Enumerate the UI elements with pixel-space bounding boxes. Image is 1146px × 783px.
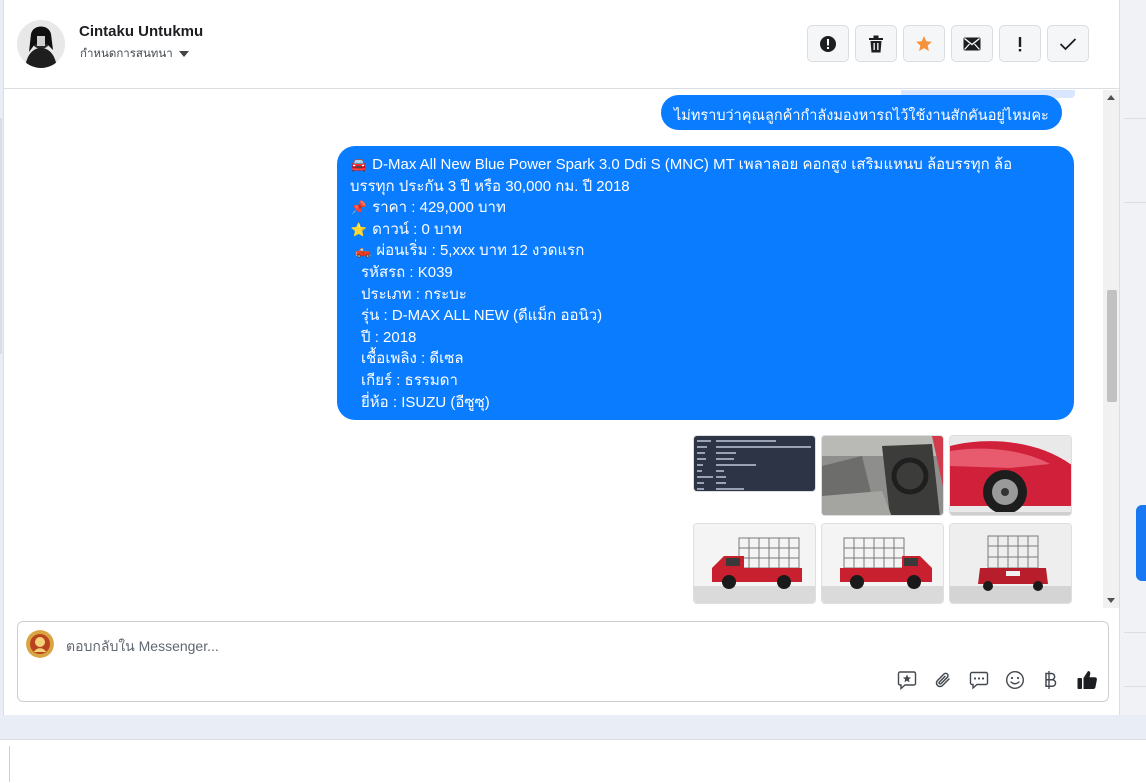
- photo-front-wheel[interactable]: [949, 435, 1072, 516]
- chat-scrollbar[interactable]: [1103, 90, 1119, 608]
- trash-icon: [869, 35, 883, 52]
- gutter-divider: [1124, 686, 1146, 687]
- bottom-divider: [9, 746, 10, 782]
- reply-composer: [17, 621, 1109, 702]
- assign-label: กำหนดการสนทนา: [80, 46, 173, 60]
- photo-spec-sheet[interactable]: [693, 435, 816, 492]
- bottom-band: [0, 715, 1146, 739]
- gutter-divider: [1124, 118, 1146, 119]
- delete-button[interactable]: [855, 25, 897, 62]
- listing-title-cont: บรรทุก ประกัน 3 ปี หรือ 30,000 กม. ปี 20…: [350, 177, 630, 195]
- mark-important-button[interactable]: [999, 25, 1041, 62]
- important-icon: [1018, 36, 1022, 51]
- bottom-bar: [0, 739, 1146, 783]
- star-icon: [916, 35, 932, 51]
- mail-button[interactable]: [951, 25, 993, 62]
- saved-reply-button[interactable]: [896, 669, 918, 691]
- payment-button[interactable]: [1040, 669, 1062, 691]
- left-edge: [0, 118, 2, 354]
- like-button[interactable]: [1076, 669, 1098, 691]
- listing-down: ดาวน์ : 0 บาท: [372, 220, 462, 238]
- star-button[interactable]: [903, 25, 945, 62]
- listing-brand: ยี่ห้อ : ISUZU (อีซูซุ): [361, 393, 490, 411]
- photo-truck-side-right[interactable]: [821, 523, 944, 604]
- scroll-thumb[interactable]: [1107, 290, 1117, 402]
- photo-grid: [693, 435, 1073, 605]
- baht-icon: [1045, 671, 1057, 689]
- scroll-up-icon[interactable]: [1107, 95, 1115, 100]
- right-gutter: [1120, 0, 1146, 715]
- listing-gear: เกียร์ : ธรรมดา: [361, 371, 458, 389]
- conversation-panel: Cintaku Untukmu กำหนดการสนทนา ไม่ทราบว่า…: [3, 0, 1120, 715]
- listing-year: ปี : 2018: [361, 328, 417, 346]
- report-button[interactable]: [807, 25, 849, 62]
- attachment-icon: [935, 672, 950, 688]
- side-panel-tab[interactable]: [1136, 505, 1146, 581]
- assign-conversation[interactable]: กำหนดการสนทนา: [80, 45, 189, 63]
- pushpin-emoji-icon: 📌: [350, 200, 368, 216]
- photo-truck-side-left[interactable]: [693, 523, 816, 604]
- check-icon: [1059, 37, 1077, 50]
- car-emoji-icon: 🚘: [350, 157, 368, 172]
- emoji-button[interactable]: [1004, 669, 1026, 691]
- pickup-emoji-icon: 🛻: [355, 243, 372, 259]
- attach-button[interactable]: [932, 669, 954, 691]
- header-actions: [807, 25, 1089, 62]
- gutter-divider: [1124, 632, 1146, 633]
- saved-reply-icon: [897, 671, 917, 690]
- contact-avatar[interactable]: [17, 20, 65, 68]
- caret-down-icon[interactable]: [178, 51, 189, 57]
- star-emoji-icon: ⭐: [350, 221, 368, 237]
- message-bubble-listing[interactable]: 🚘 D-Max All New Blue Power Spark 3.0 Ddi…: [337, 146, 1074, 420]
- message-bubble-question[interactable]: ไม่ทราบว่าคุณลูกค้ากำลังมองหารถไว้ใช้งาน…: [661, 95, 1062, 130]
- chat-bubble-icon: [969, 671, 989, 690]
- mail-icon: [963, 37, 981, 50]
- listing-price: ราคา : 429,000 บาท: [372, 199, 506, 217]
- listing-code: รหัสรถ : K039: [361, 263, 453, 281]
- contact-name[interactable]: Cintaku Untukmu: [79, 23, 203, 40]
- listing-installment: ผ่อนเริ่ม : 5,xxx บาท 12 งวดแรก: [376, 242, 585, 260]
- conversation-header: Cintaku Untukmu กำหนดการสนทนา: [4, 0, 1119, 89]
- page-avatar: [26, 630, 54, 658]
- listing-type: ประเภท : กระบะ: [361, 285, 467, 303]
- gutter-divider: [1124, 202, 1146, 203]
- photo-car-interior[interactable]: [821, 435, 944, 516]
- composer-tools: [896, 669, 1098, 691]
- scroll-down-icon[interactable]: [1107, 598, 1115, 603]
- photo-truck-rear[interactable]: [949, 523, 1072, 604]
- report-icon: [820, 35, 836, 52]
- listing-model: รุ่น : D-MAX ALL NEW (ดีแม็ก ออนิว): [361, 307, 603, 325]
- emoji-icon: [1005, 670, 1025, 690]
- mark-done-button[interactable]: [1047, 25, 1089, 62]
- reply-input[interactable]: [66, 636, 916, 656]
- like-icon: [1077, 671, 1097, 689]
- quick-reply-button[interactable]: [968, 669, 990, 691]
- listing-fuel: เชื้อเพลิง : ดีเซล: [361, 350, 464, 368]
- listing-title: D-Max All New Blue Power Spark 3.0 Ddi S…: [372, 156, 1013, 173]
- message-list: ไม่ทราบว่าคุณลูกค้ากำลังมองหารถไว้ใช้งาน…: [4, 90, 1119, 608]
